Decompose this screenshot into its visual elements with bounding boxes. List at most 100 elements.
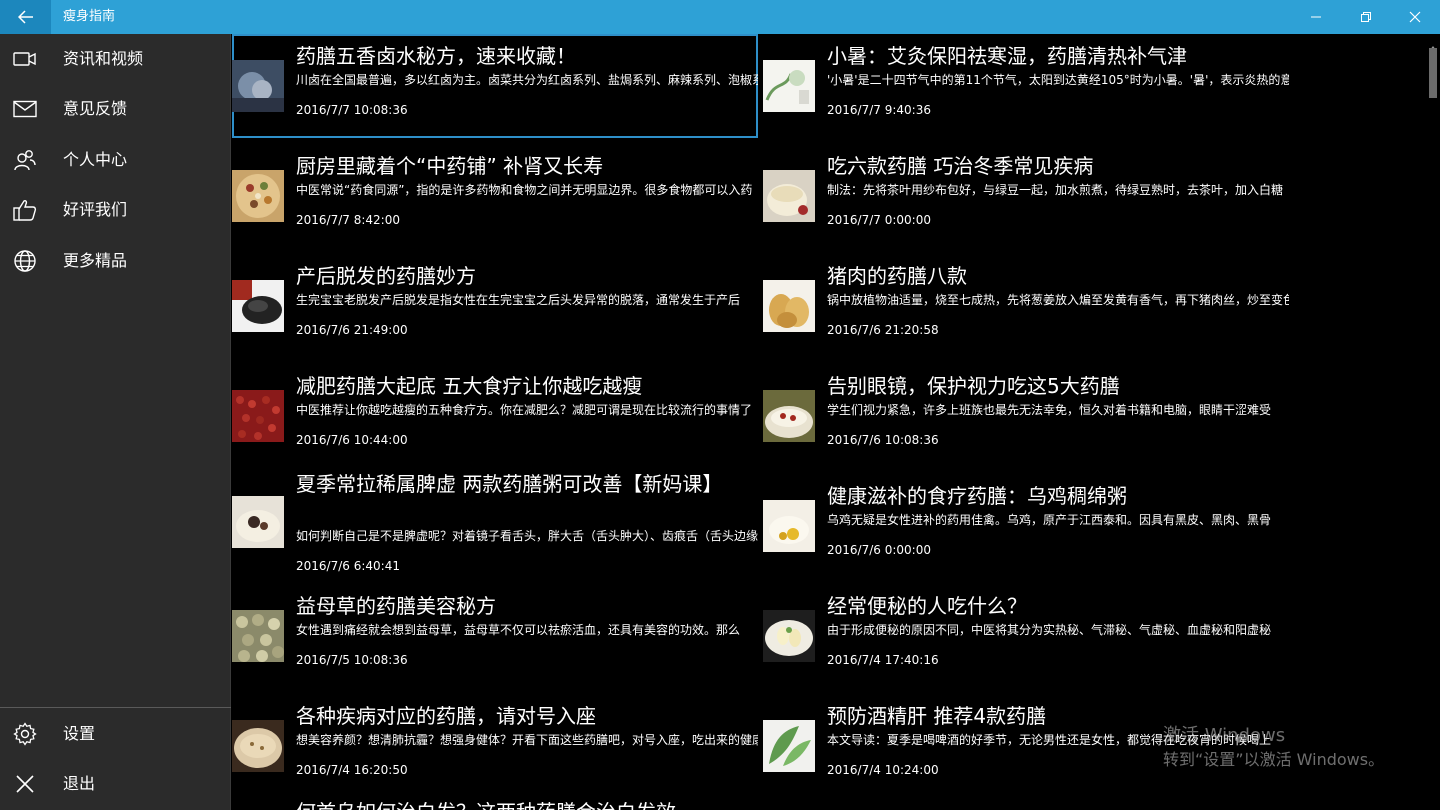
article-thumbnail xyxy=(232,496,284,548)
close-window-button[interactable] xyxy=(1392,0,1438,34)
article-date: 2016/7/4 17:40:16 xyxy=(827,653,939,667)
article-title: 吃六款药膳 巧治冬季常见疾病 xyxy=(827,154,1094,178)
article-title: 产后脱发的药膳妙方 xyxy=(296,264,476,288)
article-thumbnail xyxy=(232,720,284,772)
article-grid: 药膳五香卤水秘方，速来收藏！ 川卤在全国最普遍，多以红卤为主。卤菜共分为红卤系列… xyxy=(232,34,1425,810)
scroll-up-arrow-icon[interactable] xyxy=(1429,37,1437,50)
article-title: 何首乌如何治白发？这两种药膳会治白发效 xyxy=(296,798,746,810)
sidebar-item-more-apps[interactable]: 更多精品 xyxy=(0,236,231,286)
article-title: 药膳五香卤水秘方，速来收藏！ xyxy=(296,44,576,68)
article-card[interactable]: 经常便秘的人吃什么？ 由于形成便秘的原因不同，中医将其分为实热秘、气滞秘、气虚秘… xyxy=(763,584,1289,688)
article-date: 2016/7/7 0:00:00 xyxy=(827,213,931,227)
thumbs-up-icon xyxy=(12,197,38,223)
globe-icon xyxy=(12,248,38,274)
article-thumbnail xyxy=(763,610,815,662)
sidebar-item-label: 资讯和视频 xyxy=(63,49,144,68)
restore-icon xyxy=(1361,12,1371,22)
article-thumbnail xyxy=(763,280,815,332)
article-date: 2016/7/7 9:40:36 xyxy=(827,103,931,117)
article-title: 健康滋补的食疗药膳：乌鸡稠绵粥 xyxy=(827,484,1127,508)
article-card[interactable]: 各种疾病对应的药膳，请对号入座 想美容养颜？想清肺抗霾？想强身健体？开看下面这些… xyxy=(232,694,758,798)
minimize-button[interactable] xyxy=(1293,0,1339,34)
article-thumbnail xyxy=(232,170,284,222)
article-date: 2016/7/4 16:20:50 xyxy=(296,763,408,777)
close-icon xyxy=(1409,11,1421,23)
article-summary: 中医推荐让你越吃越瘦的五种食疗方。你在减肥么？减肥可谓是现在比较流行的事情了 xyxy=(296,403,753,417)
sidebar-item-feedback[interactable]: 意见反馈 xyxy=(0,84,231,134)
article-summary: 锅中放植物油适量，烧至七成热，先将葱姜放入煸至发黄有香气，再下猪肉丝，炒至变色 xyxy=(827,293,1289,307)
article-card[interactable]: 益母草的药膳美容秘方 女性遇到痛经就会想到益母草，益母草不仅可以祛瘀活血，还具有… xyxy=(232,584,758,688)
article-summary: 想美容养颜？想清肺抗霾？想强身健体？开看下面这些药膳吧，对号入座，吃出来的健康 xyxy=(296,733,758,747)
article-card[interactable]: 告别眼镜，保护视力吃这5大药膳 学生们视力紧急，许多上班族也最先无法幸免，恒久对… xyxy=(763,364,1289,468)
article-date: 2016/7/6 10:44:00 xyxy=(296,433,408,447)
sidebar-item-label: 个人中心 xyxy=(63,150,128,169)
article-card[interactable]: 药膳五香卤水秘方，速来收藏！ 川卤在全国最普遍，多以红卤为主。卤菜共分为红卤系列… xyxy=(232,34,758,138)
article-title: 小暑：艾灸保阳祛寒湿，药膳清热补气津 xyxy=(827,44,1187,68)
article-title: 厨房里藏着个“中药铺” 补肾又长寿 xyxy=(296,154,604,178)
article-title: 夏季常拉稀属脾虚 两款药膳粥可改善【新妈课】 xyxy=(296,472,723,496)
article-date: 2016/7/6 21:20:58 xyxy=(827,323,939,337)
article-thumbnail xyxy=(232,610,284,662)
scrollbar[interactable] xyxy=(1425,34,1440,810)
article-thumbnail xyxy=(763,500,815,552)
article-card[interactable]: 夏季常拉稀属脾虚 两款药膳粥可改善【新妈课】 如何判断自己是不是脾虚呢？对着镜子… xyxy=(232,466,758,580)
article-date: 2016/7/6 21:49:00 xyxy=(296,323,408,337)
app-title: 瘦身指南 xyxy=(63,9,116,24)
article-title: 各种疾病对应的药膳，请对号入座 xyxy=(296,704,596,728)
article-summary: 如何判断自己是不是脾虚呢？对着镜子看舌头，胖大舌（舌头肿大）、齿痕舌（舌头边缘 xyxy=(296,529,758,543)
sidebar-item-settings[interactable]: 设置 xyxy=(0,709,231,759)
sidebar-item-label: 好评我们 xyxy=(63,200,128,219)
article-card[interactable]: 何首乌如何治白发？这两种药膳会治白发效 xyxy=(232,794,758,810)
article-summary: 女性遇到痛经就会想到益母草，益母草不仅可以祛瘀活血，还具有美容的功效。那么 xyxy=(296,623,741,637)
article-summary: 乌鸡无疑是女性进补的药用佳禽。乌鸡，原产于江西泰和。因具有黑皮、黑肉、黑骨 xyxy=(827,513,1272,527)
article-card[interactable]: 减肥药膳大起底 五大食疗让你越吃越瘦 中医推荐让你越吃越瘦的五种食疗方。你在减肥… xyxy=(232,364,758,468)
article-thumbnail xyxy=(763,60,815,112)
sidebar-item-news-video[interactable]: 资讯和视频 xyxy=(0,34,231,84)
article-date: 2016/7/6 6:40:41 xyxy=(296,559,400,573)
scrollbar-thumb[interactable] xyxy=(1429,48,1437,98)
back-arrow-icon xyxy=(17,10,33,24)
sidebar-item-exit[interactable]: 退出 xyxy=(0,759,231,809)
article-summary: '小暑'是二十四节气中的第11个节气，太阳到达黄经105°时为小暑。'暑'，表示… xyxy=(827,73,1289,87)
sidebar: 资讯和视频 意见反馈 个人中心 好评我们 更多精品 设置 退出 xyxy=(0,34,231,810)
sidebar-item-label: 意见反馈 xyxy=(63,99,128,118)
article-date: 2016/7/7 10:08:36 xyxy=(296,103,408,117)
watermark-line-2: 转到“设置”以激活 Windows。 xyxy=(1163,750,1385,769)
article-card[interactable]: 厨房里藏着个“中药铺” 补肾又长寿 中医常说“药食同源”，指的是许多药物和食物之… xyxy=(232,144,758,248)
article-card[interactable]: 产后脱发的药膳妙方 生完宝宝老脱发产后脱发是指女性在生完宝宝之后头发异常的脱落，… xyxy=(232,254,758,358)
sidebar-item-rate-us[interactable]: 好评我们 xyxy=(0,185,231,235)
watermark-line-1: 激活 Windows xyxy=(1163,725,1286,746)
article-thumbnail xyxy=(232,390,284,442)
article-summary: 制法：先将茶叶用纱布包好，与绿豆一起，加水煎煮，待绿豆熟时，去茶叶，加入白糖 xyxy=(827,183,1284,197)
sidebar-item-label: 退出 xyxy=(63,774,96,793)
title-bar: 瘦身指南 xyxy=(0,0,1440,34)
article-title: 经常便秘的人吃什么？ xyxy=(827,594,1027,618)
mail-icon xyxy=(12,96,38,122)
article-card[interactable]: 健康滋补的食疗药膳：乌鸡稠绵粥 乌鸡无疑是女性进补的药用佳禽。乌鸡，原产于江西泰… xyxy=(763,474,1289,578)
article-summary: 由于形成便秘的原因不同，中医将其分为实热秘、气滞秘、气虚秘、血虚秘和阳虚秘 xyxy=(827,623,1272,637)
article-summary: 中医常说“药食同源”，指的是许多药物和食物之间并无明显边界。很多食物都可以入药 xyxy=(296,183,753,197)
article-card[interactable]: 小暑：艾灸保阳祛寒湿，药膳清热补气津 '小暑'是二十四节气中的第11个节气，太阳… xyxy=(763,34,1289,138)
article-summary: 川卤在全国最普遍，多以红卤为主。卤菜共分为红卤系列、盐焗系列、麻辣系列、泡椒系列 xyxy=(296,73,758,87)
article-date: 2016/7/6 0:00:00 xyxy=(827,543,931,557)
article-thumbnail xyxy=(763,170,815,222)
back-button[interactable] xyxy=(0,0,51,34)
article-thumbnail xyxy=(763,720,815,772)
article-thumbnail xyxy=(763,390,815,442)
article-title: 益母草的药膳美容秘方 xyxy=(296,594,496,618)
article-date: 2016/7/6 10:08:36 xyxy=(827,433,939,447)
close-icon xyxy=(12,771,38,797)
minimize-icon xyxy=(1311,16,1321,18)
article-card[interactable]: 猪肉的药膳八款 锅中放植物油适量，烧至七成热，先将葱姜放入煸至发黄有香气，再下猪… xyxy=(763,254,1289,358)
article-title: 猪肉的药膳八款 xyxy=(827,264,967,288)
article-date: 2016/7/4 10:24:00 xyxy=(827,763,939,777)
article-card[interactable]: 吃六款药膳 巧治冬季常见疾病 制法：先将茶叶用纱布包好，与绿豆一起，加水煎煮，待… xyxy=(763,144,1289,248)
restore-button[interactable] xyxy=(1343,0,1389,34)
sidebar-divider xyxy=(0,707,231,708)
article-title: 减肥药膳大起底 五大食疗让你越吃越瘦 xyxy=(296,374,643,398)
sidebar-item-profile[interactable]: 个人中心 xyxy=(0,135,231,185)
activation-watermark: 激活 Windows 转到“设置”以激活 Windows。 xyxy=(1163,724,1384,772)
people-icon xyxy=(12,147,38,173)
sidebar-item-label: 设置 xyxy=(63,724,96,743)
sidebar-item-label: 更多精品 xyxy=(63,251,128,270)
